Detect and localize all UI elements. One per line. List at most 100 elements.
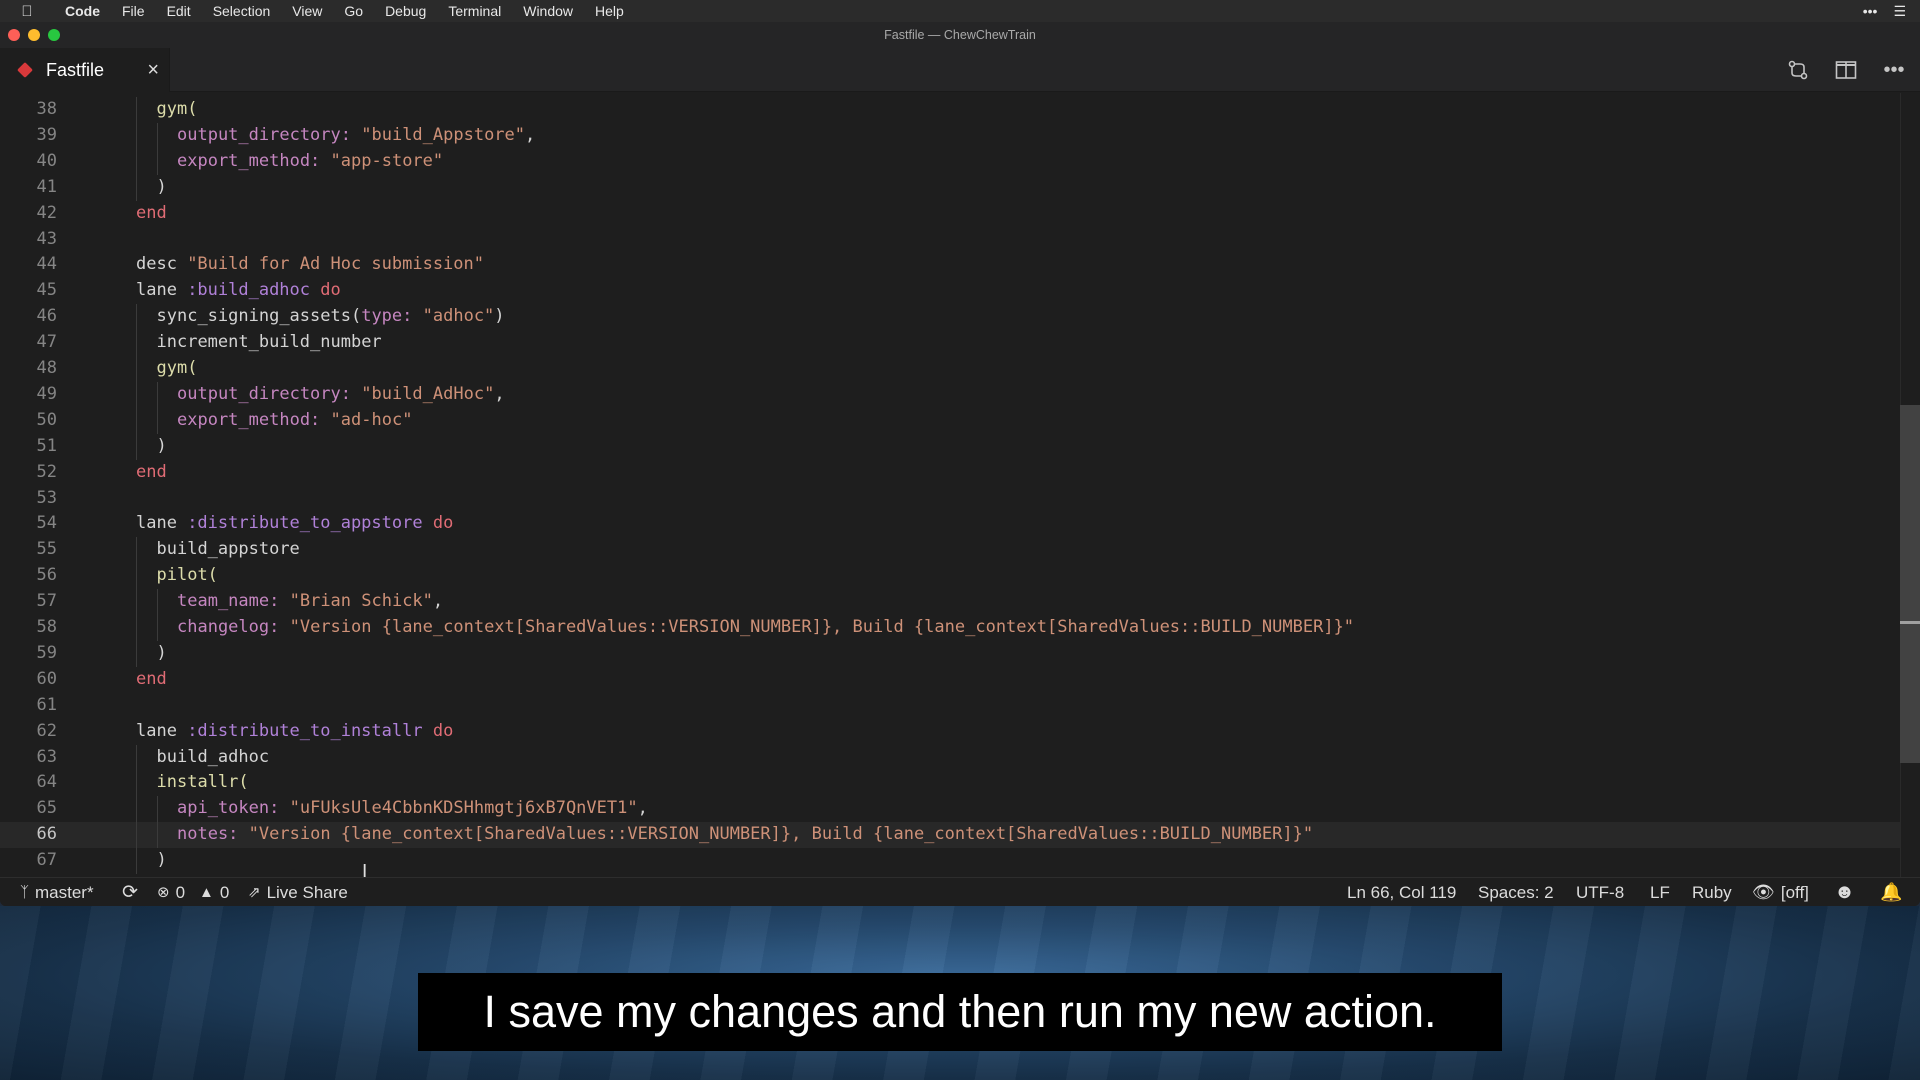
line-number: 58 [36,617,57,637]
code-line[interactable]: 59) [0,640,1900,667]
code-line[interactable]: 42 end [0,201,1900,227]
feedback-button[interactable]: ☻ [1834,878,1855,906]
notifications-button[interactable]: 🔔 [1880,878,1902,906]
close-window-button[interactable] [8,29,20,41]
branch-indicator[interactable]: ᛉ master* [20,878,94,906]
list-icon[interactable]: ☰ [1893,3,1906,20]
code-line[interactable]: 46 sync_signing_assets(type: "adhoc") [0,304,1900,331]
code-editor[interactable]: 38 gym(39 output_directory: "build_Appstor… [0,93,1920,877]
line-code: lane :distribute_to_appstore do [136,511,453,537]
line-code: ) [157,434,167,460]
line-code: notes: "Version {lane_context[SharedValu… [177,822,1313,848]
code-line[interactable]: 58 changelog: "Version {lane_context[Shar… [0,615,1900,641]
menu-terminal[interactable]: Terminal [437,0,512,22]
line-code: gym( [157,97,198,123]
menu-edit[interactable]: Edit [156,0,202,22]
line-code: lane :distribute_to_installr do [136,719,453,745]
zoom-window-button[interactable] [48,29,60,41]
code-token: gym( [156,358,198,378]
more-actions-icon[interactable]: ••• [1882,58,1906,82]
code-line[interactable]: 40 export_method: "app-store" [0,148,1900,175]
code-line[interactable]: 67) [0,848,1900,874]
scrollbar-thumb[interactable] [1900,405,1920,763]
indent-guide [136,744,137,771]
menu-app-name[interactable]: Code [54,0,111,22]
code-line[interactable]: 60 end [0,667,1900,693]
menu-help[interactable]: Help [584,0,635,22]
line-number: 39 [36,124,57,145]
source-control-icon[interactable] [1786,58,1810,82]
text-cursor-icon: I [362,861,368,878]
menu-debug[interactable]: Debug [374,0,437,22]
language-mode[interactable]: Ruby [1692,878,1732,906]
code-token: "Build for Ad Hoc submission" [187,254,484,275]
line-number: 50 [36,409,57,430]
menu-go[interactable]: Go [333,0,374,22]
tab-fastfile[interactable]: Fastfile × [0,48,170,92]
git-branch-icon: ᛉ [20,884,30,901]
minimize-window-button[interactable] [28,29,40,41]
code-line[interactable]: 45 lane :build_adhoc do [0,278,1900,304]
more-icon[interactable]: ••• [1863,3,1878,19]
code-line[interactable]: 49 output_directory: "build_AdHoc", [0,381,1900,408]
code-line[interactable]: 38 gym( [0,97,1900,123]
code-line[interactable]: 48 gym( [0,356,1900,382]
eye-toggle[interactable]: 👁 [off] [1752,878,1809,906]
line-code: api_token: "uFUksUle4CbbnKDSHhmgtj6xB7Qn… [177,796,648,822]
code-line[interactable]: 65 api_token: "uFUksUle4CbbnKDSHhmgtj6xB7… [0,796,1900,823]
indentation-setting[interactable]: Spaces: 2 [1478,878,1554,906]
vertical-scrollbar[interactable] [1900,93,1920,877]
line-ending-setting[interactable]: LF [1650,878,1670,906]
code-line[interactable]: 63 build_adhoc [0,744,1900,771]
code-line[interactable]: 51) [0,433,1900,460]
sync-button[interactable]: ⟳ [122,878,138,906]
menu-file[interactable]: File [111,0,156,22]
live-share-button[interactable]: ⇗ Live Share [248,878,348,906]
close-icon[interactable]: × [147,59,159,81]
menu-selection[interactable]: Selection [202,0,282,22]
code-line[interactable]: 54 lane :distribute_to_appstore do [0,511,1900,537]
indent-guide [136,122,137,149]
eye-status: [off] [1780,883,1809,902]
code-token: build_adhoc [156,746,270,767]
line-code: lane :build_adhoc do [136,278,341,304]
code-line[interactable]: 44 desc "Build for Ad Hoc submission" [0,252,1900,278]
menu-window[interactable]: Window [512,0,584,22]
code-line[interactable]: 41) [0,174,1900,201]
line-number: 56 [36,565,57,586]
line-number: 48 [36,358,57,378]
indent-guide [136,537,137,564]
code-line[interactable]: 52 end [0,460,1900,486]
problems-indicator[interactable]: ⊗ 0 ▲ 0 [157,878,229,906]
line-number: 64 [36,772,57,793]
code-line[interactable]: 56 pilot( [0,563,1900,590]
code-token: "Version {lane_context[SharedValues::VER… [289,617,1355,637]
cursor-position[interactable]: Ln 66, Col 119 [1347,878,1456,906]
code-line[interactable]: 64 installr( [0,770,1900,797]
code-line[interactable]: 53 [0,486,1900,512]
menu-view[interactable]: View [281,0,333,22]
code-line[interactable]: 55 build_appstore [0,537,1900,564]
indent-guide [136,796,137,823]
status-bar: ᛉ master* ⟳ ⊗ 0 ▲ 0 ⇗ Live Share Ln 66, … [0,877,1920,906]
code-line[interactable]: 62 lane :distribute_to_installr do [0,719,1900,745]
code-line[interactable]: 39 output_directory: "build_Appstore", [0,122,1900,149]
line-code: end [136,460,167,486]
code-line[interactable]: 66 notes: "Version {lane_context[SharedVa… [0,822,1900,849]
code-line[interactable]: 47 increment_build_number [0,330,1900,356]
split-editor-icon[interactable] [1834,58,1858,82]
code-token: "build_Appstore" [361,124,526,145]
code-line[interactable]: 43 [0,227,1900,253]
apple-icon[interactable]:  [0,3,54,20]
code-line[interactable]: 57 team_name: "Brian Schick", [0,589,1900,615]
code-line[interactable]: 50 export_method: "ad-hoc" [0,407,1900,434]
encoding-setting[interactable]: UTF-8 [1576,878,1624,906]
code-token: do [432,720,454,741]
code-line[interactable]: 61 [0,693,1900,719]
code-token: lane [136,720,188,741]
branch-name: master* [35,883,94,902]
